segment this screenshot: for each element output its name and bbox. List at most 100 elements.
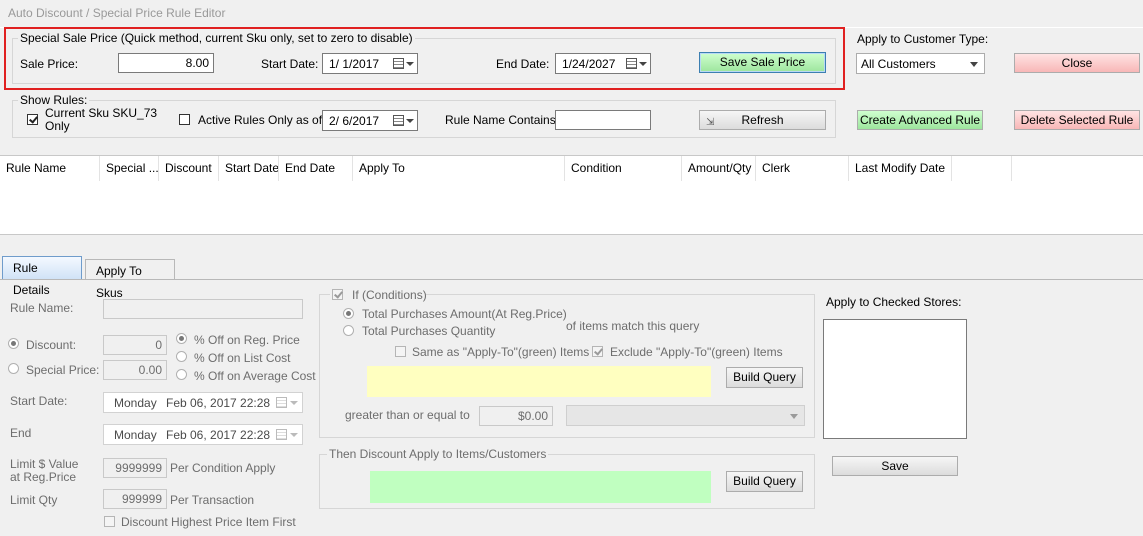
refresh-button-label: Refresh [741, 113, 784, 127]
active-rules-date-value: 2/ 6/2017 [329, 114, 380, 128]
sale-end-date-label: End Date: [496, 57, 550, 71]
calendar-icon [626, 58, 637, 69]
off-average-cost-radio[interactable] [176, 369, 187, 380]
save-button[interactable]: Save [832, 456, 958, 476]
current-sku-checkbox[interactable] [27, 114, 38, 125]
column-header-rule-name[interactable]: Rule Name [0, 156, 100, 181]
chevron-down-icon [290, 433, 298, 437]
highest-price-first-label: Discount Highest Price Item First [121, 515, 296, 529]
column-header-end-date[interactable]: End Date [279, 156, 353, 181]
sale-price-label: Sale Price: [20, 57, 79, 71]
save-sale-price-button[interactable]: Save Sale Price [699, 52, 826, 73]
checked-stores-label: Apply to Checked Stores: [826, 295, 962, 309]
rule-name-input[interactable] [103, 299, 303, 319]
detail-start-datetime: Feb 06, 2017 22:28 [166, 396, 271, 410]
calendar-icon [276, 429, 287, 440]
items-match-label: of items match this query [566, 319, 700, 333]
condition-operator-select[interactable] [566, 405, 805, 426]
conditions-checkbox[interactable] [332, 289, 343, 300]
total-qty-radio[interactable] [343, 325, 354, 336]
off-reg-price-label: % Off on Reg. Price [194, 333, 300, 347]
limit-qty-label: Limit Qty [10, 493, 58, 507]
current-sku-label: Current Sku SKU_73 Only [45, 107, 157, 133]
highest-price-first-checkbox[interactable] [104, 516, 115, 527]
column-header-clerk[interactable]: Clerk [756, 156, 849, 181]
rule-name-contains-label: Rule Name Contains: [445, 113, 560, 127]
limit-value-label: Limit $ Value at Reg.Price [10, 458, 78, 484]
customer-type-value: All Customers [861, 57, 936, 71]
sale-start-date-picker[interactable]: 1/ 1/2017 [322, 53, 418, 74]
column-header-start-date[interactable]: Start Date [219, 156, 279, 181]
conditions-group-header: If (Conditions) [330, 288, 427, 302]
column-header-condition[interactable]: Condition [565, 156, 682, 181]
special-price-label: Special Price: [26, 363, 100, 377]
active-rules-date-picker[interactable]: 2/ 6/2017 [322, 110, 418, 131]
gte-value-input[interactable]: $0.00 [479, 406, 553, 426]
detail-end-date-label: End [10, 426, 32, 440]
same-as-apply-to-label: Same as "Apply-To"(green) Items [412, 345, 590, 359]
limit-qty-input[interactable]: 999999 [103, 489, 167, 509]
exclude-apply-to-label: Exclude "Apply-To"(green) Items [610, 345, 783, 359]
condition-build-query-button[interactable]: Build Query [726, 367, 803, 388]
current-sku-label-line2: Only [45, 119, 70, 133]
create-advanced-rule-button[interactable]: Create Advanced Rule [857, 110, 983, 130]
chevron-down-icon [790, 414, 798, 419]
tab-rule-details[interactable]: Rule Details [2, 256, 82, 297]
gte-label: greater than or equal to [345, 408, 470, 422]
discount-radio[interactable] [8, 338, 19, 349]
customer-type-select[interactable]: All Customers [856, 53, 985, 74]
detail-start-day: Monday [114, 396, 157, 410]
column-header-special[interactable]: Special ... [100, 156, 159, 181]
limit-value-input[interactable]: 9999999 [103, 458, 167, 478]
per-transaction-label: Per Transaction [170, 493, 255, 507]
chevron-down-icon [406, 119, 414, 123]
condition-query-box[interactable] [367, 366, 711, 397]
total-amount-label: Total Purchases Amount(At Reg.Price) [362, 307, 567, 321]
exclude-apply-to-checkbox[interactable] [592, 346, 603, 357]
detail-end-datetime: Feb 06, 2017 22:28 [166, 428, 271, 442]
close-button[interactable]: Close [1014, 53, 1140, 73]
calendar-icon [276, 397, 287, 408]
sale-start-date-value: 1/ 1/2017 [329, 57, 380, 71]
chevron-down-icon [639, 62, 647, 66]
discount-input[interactable]: 0 [103, 335, 167, 355]
window-title: Auto Discount / Special Price Rule Edito… [8, 6, 226, 20]
per-condition-label: Per Condition Apply [170, 461, 276, 475]
detail-end-date-picker[interactable]: Monday Feb 06, 2017 22:28 [103, 424, 303, 445]
off-reg-price-radio[interactable] [176, 333, 187, 344]
calendar-icon [393, 115, 404, 126]
rules-grid[interactable]: Rule Name Special ... Discount Start Dat… [0, 155, 1143, 235]
column-header-apply-to[interactable]: Apply To [353, 156, 565, 181]
calendar-icon [393, 58, 404, 69]
customer-type-label: Apply to Customer Type: [857, 32, 989, 46]
active-rules-label: Active Rules Only as of [198, 113, 323, 127]
refresh-button[interactable]: ⇲ Refresh [699, 110, 826, 130]
total-amount-radio[interactable] [343, 308, 354, 319]
active-rules-checkbox[interactable] [179, 114, 190, 125]
discount-label: Discount: [26, 338, 77, 352]
apply-to-build-query-button[interactable]: Build Query [726, 471, 803, 492]
sale-price-input[interactable]: 8.00 [118, 53, 214, 73]
detail-start-date-picker[interactable]: Monday Feb 06, 2017 22:28 [103, 392, 303, 413]
refresh-icon: ⇲ [706, 117, 715, 128]
checked-stores-list[interactable] [823, 319, 967, 439]
column-header-filler [952, 156, 1012, 181]
detail-end-day: Monday [114, 428, 157, 442]
tab-apply-to-skus[interactable]: Apply To Skus [85, 259, 175, 300]
special-price-radio[interactable] [8, 363, 19, 374]
off-list-cost-radio[interactable] [176, 351, 187, 362]
column-header-discount[interactable]: Discount [159, 156, 219, 181]
delete-selected-rule-button[interactable]: Delete Selected Rule [1014, 110, 1140, 130]
off-list-cost-label: % Off on List Cost [194, 351, 291, 365]
rule-name-label: Rule Name: [10, 301, 74, 315]
special-price-input[interactable]: 0.00 [103, 360, 167, 380]
rule-name-contains-input[interactable] [555, 110, 651, 130]
sale-end-date-picker[interactable]: 1/24/2027 [555, 53, 651, 74]
same-as-apply-to-checkbox[interactable] [395, 346, 406, 357]
sale-end-date-value: 1/24/2027 [562, 57, 616, 71]
column-header-amount-qty[interactable]: Amount/Qty [682, 156, 756, 181]
apply-to-query-box[interactable] [370, 471, 711, 503]
column-header-last-modify-date[interactable]: Last Modify Date [849, 156, 952, 181]
chevron-down-icon [406, 62, 414, 66]
sale-price-group-label: Special Sale Price (Quick method, curren… [18, 31, 415, 45]
